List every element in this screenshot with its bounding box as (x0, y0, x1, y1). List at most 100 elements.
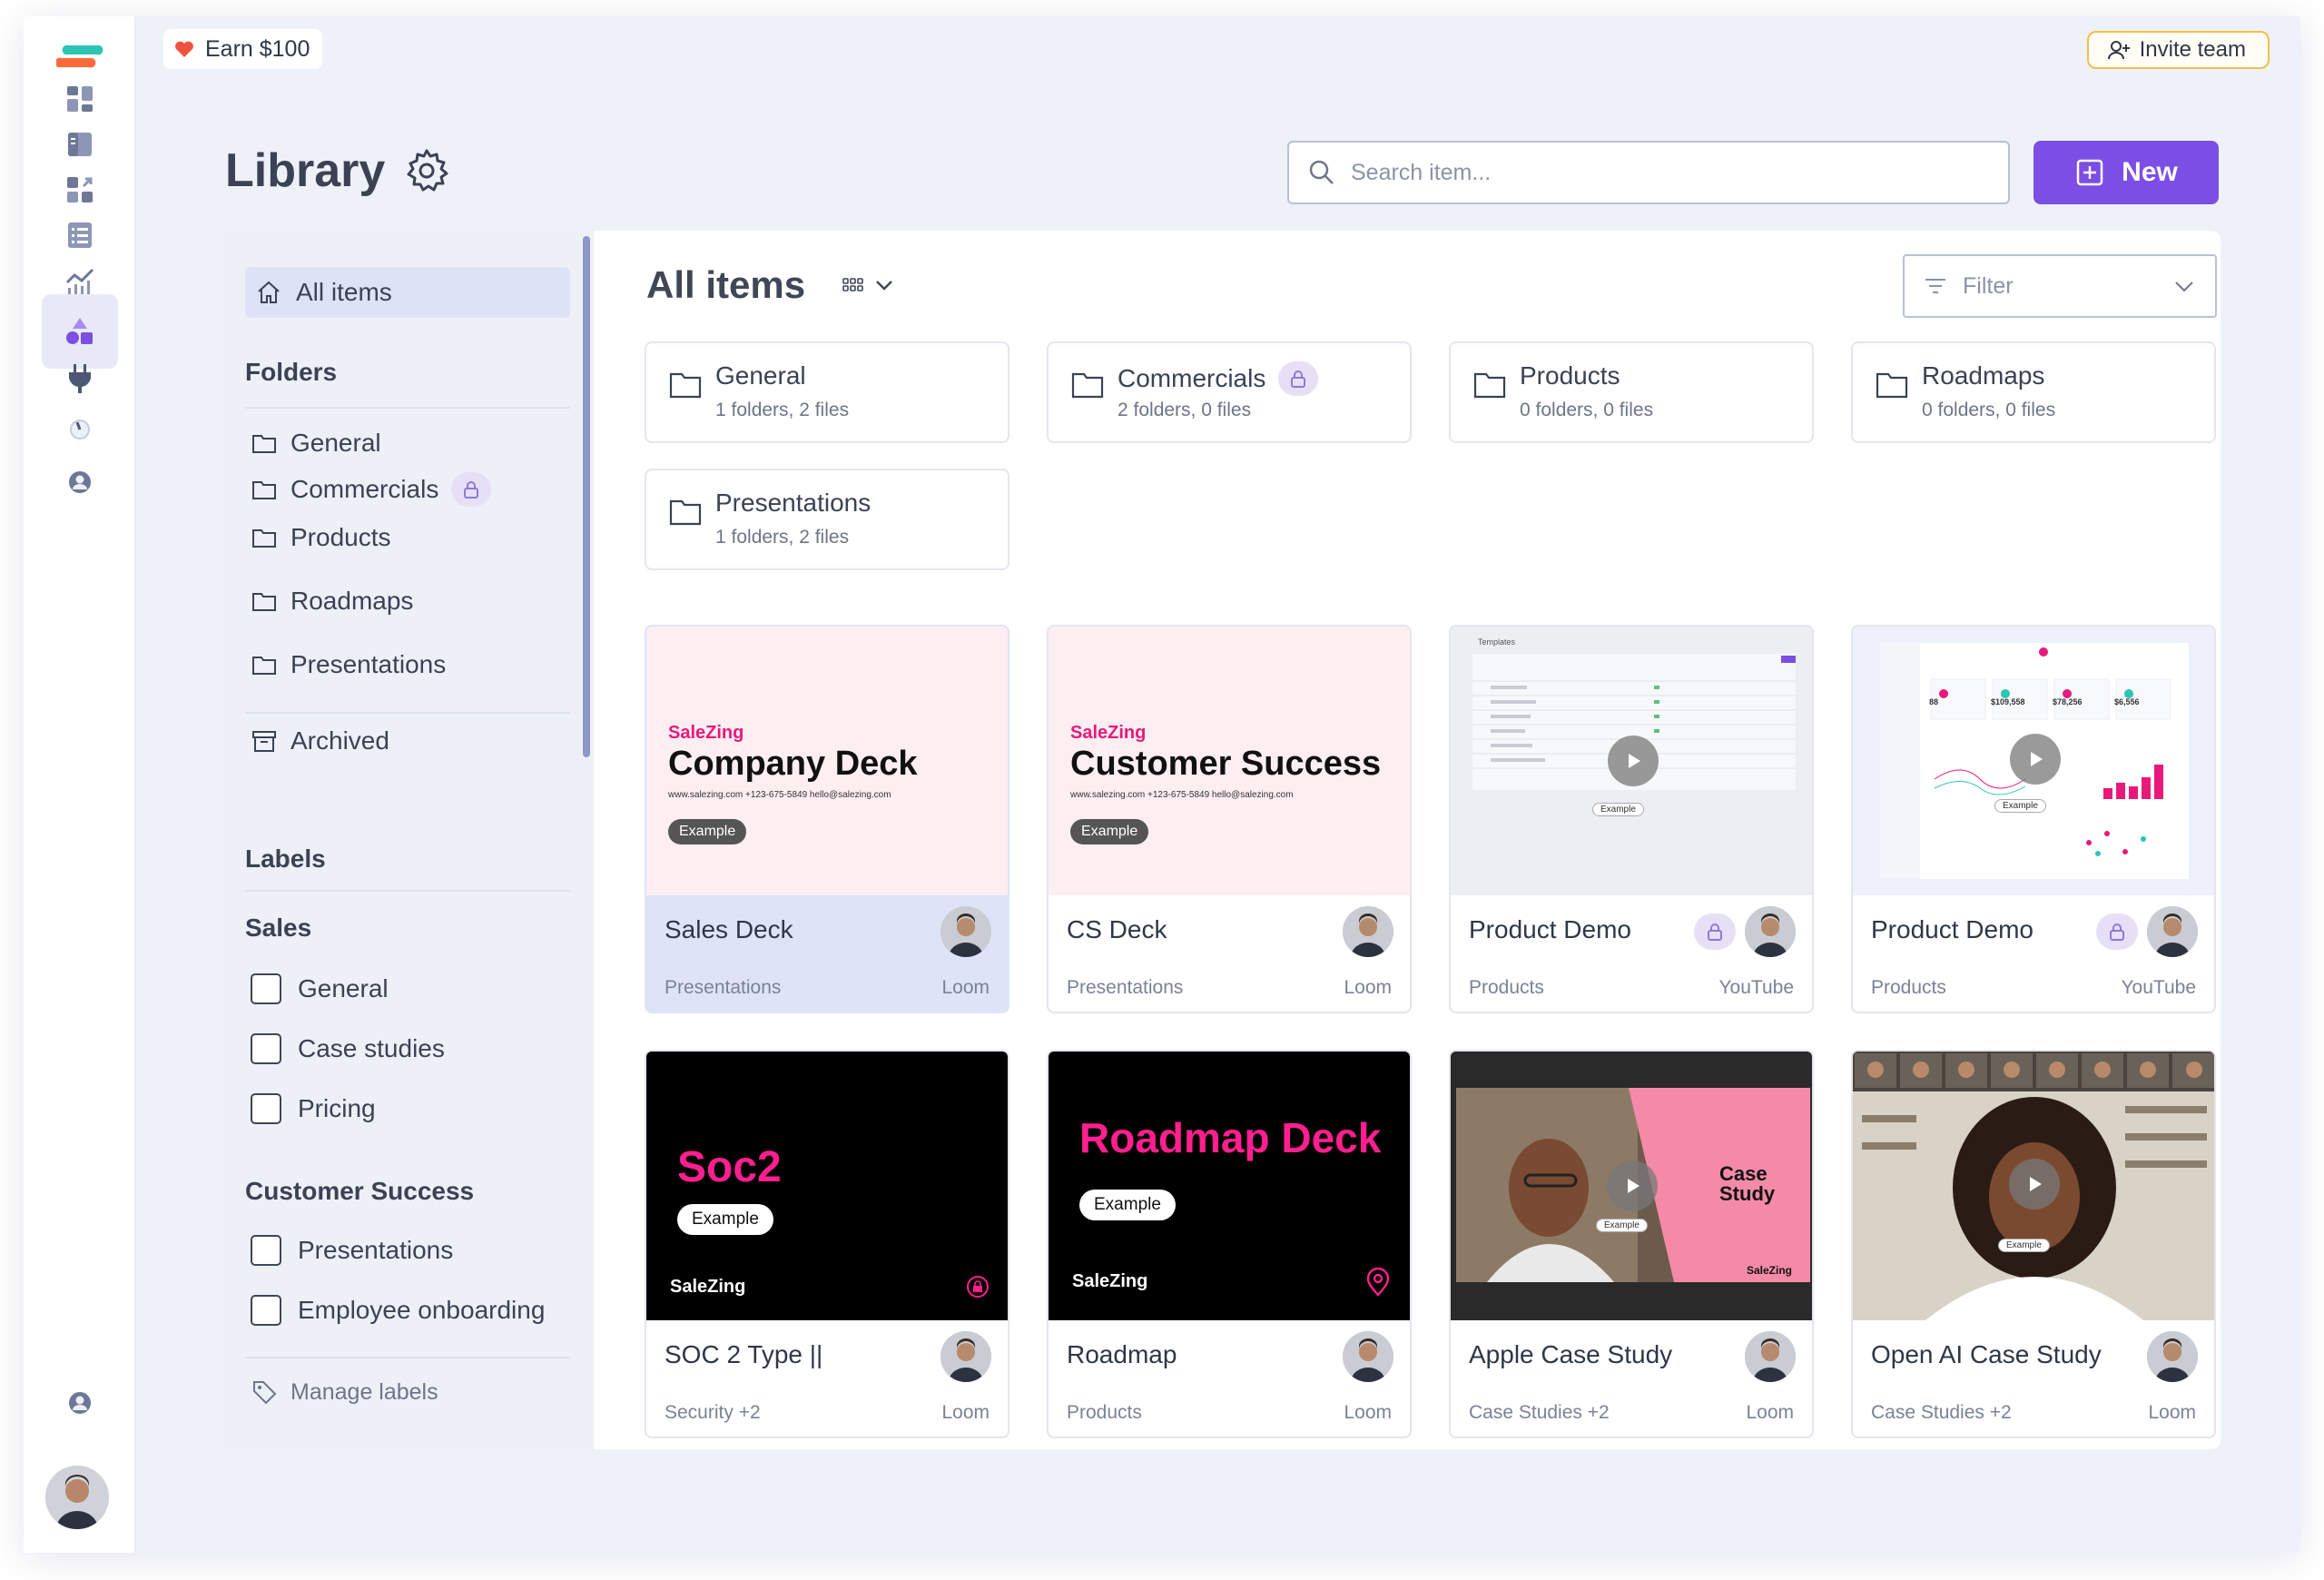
item-card-roadmap[interactable]: Roadmap Deck Example SaleZing Roadmap Pr… (1047, 1050, 1412, 1438)
folder-meta: 1 folders, 2 files (715, 527, 850, 548)
user-avatar[interactable] (45, 1466, 109, 1529)
divider (245, 407, 570, 409)
folder-card-roadmaps[interactable]: Roadmaps 0 folders, 0 files (1851, 341, 2216, 443)
sidebar-folder-roadmaps[interactable]: Roadmaps (251, 587, 413, 616)
sidebar-item-archived[interactable]: Archived (251, 726, 389, 755)
card-title: Product Demo (1469, 915, 1631, 943)
lock-icon (1278, 361, 1319, 396)
folder-meta: 0 folders, 0 files (1922, 400, 2056, 420)
thumb-title: Customer Success (1070, 745, 1382, 783)
checkbox[interactable] (251, 1235, 281, 1266)
search-box[interactable] (1287, 141, 2010, 204)
example-tag: Example (1070, 819, 1149, 844)
folder-card-products[interactable]: Products 0 folders, 0 files (1449, 341, 1814, 443)
earn-label: Earn $100 (205, 35, 310, 62)
play-icon[interactable] (1608, 736, 1659, 786)
thumb-brand: SaleZing (670, 1277, 746, 1297)
label-text: General (298, 974, 389, 1002)
earn-badge[interactable]: Earn $100 (163, 29, 323, 69)
author-avatar (2147, 1331, 2198, 1382)
new-button[interactable]: New (2034, 141, 2219, 204)
sidebar-folder-products[interactable]: Products (251, 523, 391, 552)
gear-icon[interactable] (403, 147, 450, 194)
folder-label: General (290, 429, 381, 457)
card-thumbnail: Roadmap Deck Example SaleZing (1049, 1052, 1410, 1320)
card-category: Case Studies +2 (1871, 1402, 2012, 1423)
manage-labels-link[interactable]: Manage labels (251, 1378, 438, 1406)
profile-icon[interactable] (42, 445, 118, 519)
card-title: SOC 2 Type || (665, 1340, 823, 1368)
search-input[interactable] (1351, 159, 1986, 186)
account-icon[interactable] (42, 1366, 118, 1440)
folder-name-text: Roadmaps (1922, 361, 2045, 390)
page-title-text: Library (225, 144, 386, 197)
sidebar-scrollbar[interactable] (583, 236, 590, 757)
folder-label: Presentations (290, 650, 447, 678)
card-thumbnail: Soc2 Example SaleZing (646, 1052, 1008, 1320)
add-user-icon (2107, 41, 2130, 60)
stat-value: 88 (1929, 697, 1939, 706)
main-heading: All items (646, 263, 896, 307)
thumb-brand: SaleZing (668, 723, 744, 743)
item-card-open-ai-case-study[interactable]: Example Open AI Case Study Case Studies … (1851, 1050, 2216, 1438)
sidebar-folder-presentations[interactable]: Presentations (251, 650, 446, 679)
label-checkbox-general[interactable]: General (251, 973, 389, 1004)
invite-team-button[interactable]: Invite team (2086, 31, 2270, 69)
thumb-brand: SaleZing (1070, 723, 1147, 743)
folder-card-general[interactable]: General 1 folders, 2 files (645, 341, 1009, 443)
sidebar-folder-general[interactable]: General (251, 429, 381, 458)
thumb-brand: SaleZing (1747, 1264, 1793, 1277)
play-icon[interactable] (1607, 1160, 1658, 1211)
card-thumbnail: Example (1853, 1052, 2214, 1320)
label-checkbox-employee-onboarding[interactable]: Employee onboarding (251, 1295, 545, 1326)
folder-meta: 0 folders, 0 files (1520, 400, 1654, 420)
lock-icon (451, 472, 492, 507)
checkbox[interactable] (251, 973, 281, 1004)
sidebar-folder-commercials[interactable]: Commercials (251, 472, 492, 507)
grid-icon (842, 278, 863, 291)
author-avatar (940, 1331, 991, 1382)
label-checkbox-pricing[interactable]: Pricing (251, 1093, 376, 1124)
folder-card-presentations[interactable]: Presentations 1 folders, 2 files (645, 469, 1009, 570)
item-card-product-demo-2[interactable]: 88 $109,558 $78,256 $6,556 Example Produ… (1851, 625, 2216, 1013)
card-title: Product Demo (1871, 915, 2034, 943)
sidebar-item-all-items[interactable]: All items (245, 267, 570, 318)
example-tag: Example (1079, 1190, 1176, 1220)
play-icon[interactable] (2009, 1159, 2060, 1210)
tag-icon (253, 1381, 277, 1405)
card-thumbnail: 88 $109,558 $78,256 $6,556 Example (1853, 627, 2214, 895)
view-toggle[interactable] (842, 273, 896, 297)
library-sidebar: All items Folders General Commercials Pr… (220, 231, 594, 1449)
label-checkbox-presentations[interactable]: Presentations (251, 1235, 453, 1266)
divider (245, 1357, 570, 1358)
item-card-cs-deck[interactable]: SaleZing Customer Success www.salezing.c… (1047, 625, 1412, 1013)
checkbox[interactable] (251, 1033, 281, 1064)
item-card-sales-deck[interactable]: SaleZing Company Deck www.salezing.com +… (645, 625, 1009, 1013)
folder-name: Products (1520, 361, 1620, 390)
label-text: Pricing (298, 1094, 376, 1122)
example-tag: Example (1592, 803, 1644, 816)
example-tag: Example (1998, 1239, 2050, 1252)
checkbox[interactable] (251, 1295, 281, 1326)
item-card-apple-case-study[interactable]: Case Study SaleZing Example Apple Case S… (1449, 1050, 1814, 1438)
lock-icon (1694, 913, 1736, 950)
invite-label: Invite team (2139, 37, 2246, 62)
label-checkbox-case-studies[interactable]: Case studies (251, 1033, 445, 1064)
folder-card-commercials[interactable]: Commercials 2 folders, 0 files (1047, 341, 1412, 443)
folder-meta: 1 folders, 2 files (715, 400, 850, 420)
labels-heading: Labels (245, 844, 326, 873)
folder-icon (252, 657, 276, 675)
checkbox[interactable] (251, 1093, 281, 1124)
filter-dropdown[interactable]: Filter (1903, 254, 2217, 318)
label-text: Employee onboarding (298, 1296, 546, 1324)
chevron-down-icon (2175, 281, 2193, 292)
play-icon[interactable] (2010, 734, 2061, 785)
item-card-product-demo[interactable]: Templates Example Product Demo Products … (1449, 625, 1814, 1013)
folder-label: Roadmaps (290, 587, 414, 615)
folder-icon (669, 372, 702, 399)
library-panel: All items Folders General Commercials Pr… (220, 231, 2221, 1449)
item-card-soc2[interactable]: Soc2 Example SaleZing SOC 2 Type || Secu… (645, 1050, 1009, 1438)
folder-name-text: General (715, 361, 806, 390)
folder-name: Presentations (715, 489, 871, 518)
example-tag: Example (677, 1204, 773, 1235)
